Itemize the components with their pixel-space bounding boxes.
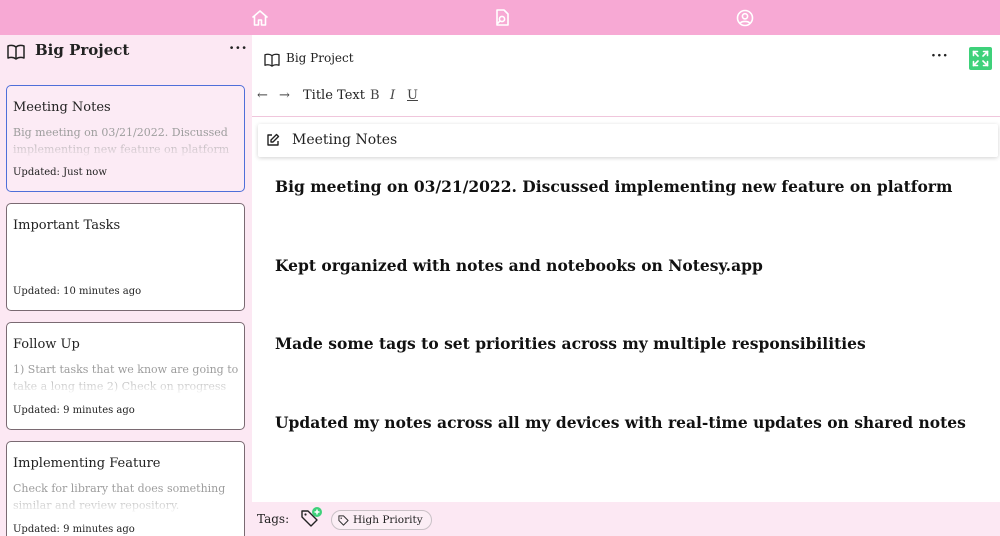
tag-chip-high-priority[interactable]: High Priority — [331, 510, 432, 530]
breadcrumb-notebook-icon — [264, 52, 280, 67]
formatting-toolbar: ← → Title Text B I U — [252, 85, 1000, 117]
note-card-updated: Updated: 10 minutes ago — [13, 286, 142, 297]
note-card-updated: Updated: Just now — [13, 167, 107, 178]
note-card-updated: Updated: 9 minutes ago — [13, 524, 135, 535]
note-card-implementing-feature[interactable]: Implementing Feature Check for library t… — [6, 441, 245, 536]
note-card-title: Implementing Feature — [13, 456, 161, 471]
editor-more-button[interactable]: ··· — [931, 48, 949, 64]
sidebar-more-button[interactable]: ··· — [229, 39, 248, 57]
note-card-title: Follow Up — [13, 337, 80, 352]
note-body-line: Big meeting on 03/21/2022. Discussed imp… — [275, 177, 953, 196]
note-card-important-tasks[interactable]: Important Tasks Updated: 10 minutes ago — [6, 203, 245, 311]
notes-sidebar: Big Project ··· Meeting Notes Big meetin… — [0, 35, 252, 536]
note-card-preview — [13, 242, 241, 276]
note-card-preview: 1) Start tasks that we know are going to… — [13, 363, 239, 393]
add-tag-icon[interactable] — [299, 506, 323, 530]
note-card-title: Meeting Notes — [13, 100, 111, 115]
note-body-line: Kept organized with notes and notebooks … — [275, 255, 763, 275]
top-nav — [0, 0, 1000, 35]
tags-label: Tags: — [257, 512, 290, 526]
tags-bar: Tags: High Priority — [252, 502, 1000, 536]
sidebar-header: Big Project ··· — [0, 35, 252, 69]
notebook-icon — [7, 44, 25, 60]
note-body-line: Made some tags to set priorities across … — [275, 334, 866, 353]
redo-arrow-icon[interactable]: → — [279, 88, 290, 103]
bold-button[interactable]: B — [370, 88, 380, 103]
note-card-preview: Check for library that does something si… — [13, 482, 226, 512]
note-card-follow-up[interactable]: Follow Up 1) Start tasks that we know ar… — [6, 322, 245, 430]
note-body-editor[interactable]: Big meeting on 03/21/2022. Discussed imp… — [275, 177, 995, 491]
note-body-line: Updated my notes across all my devices w… — [275, 412, 966, 432]
toolbar-divider — [252, 116, 1000, 117]
underline-button[interactable]: U — [407, 88, 418, 103]
note-card-preview: Big meeting on 03/21/2022. Discussed imp… — [13, 126, 230, 156]
note-card-title: Important Tasks — [13, 218, 121, 233]
breadcrumb[interactable]: Big Project — [286, 51, 354, 65]
note-card-meeting-notes[interactable]: Meeting Notes Big meeting on 03/21/2022.… — [6, 85, 245, 192]
note-title-bar — [258, 124, 998, 157]
search-notes-icon[interactable] — [491, 7, 513, 29]
note-title-input[interactable] — [292, 129, 982, 151]
note-card-updated: Updated: 9 minutes ago — [13, 405, 135, 416]
tag-icon — [338, 514, 349, 526]
notebook-title: Big Project — [35, 41, 130, 59]
home-icon[interactable] — [249, 7, 271, 29]
user-account-icon[interactable] — [734, 7, 756, 29]
pencil-edit-icon — [266, 132, 282, 148]
note-editor: Big Project ··· ← → Title Text B I U Big… — [252, 35, 1000, 536]
title-text-button[interactable]: Title Text — [303, 88, 365, 103]
tag-chip-label: High Priority — [353, 514, 423, 526]
undo-arrow-icon[interactable]: ← — [257, 88, 268, 103]
fullscreen-expand-icon[interactable] — [969, 47, 992, 70]
italic-button[interactable]: I — [390, 88, 395, 103]
